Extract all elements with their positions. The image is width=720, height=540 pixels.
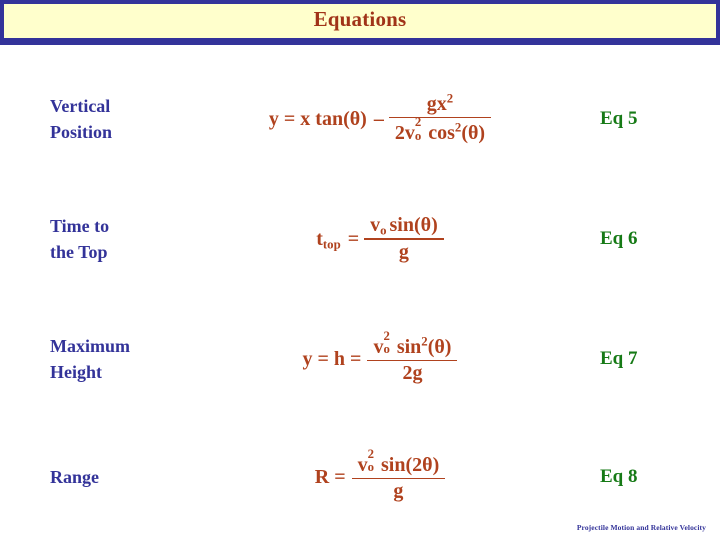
equation-formula-range: R = v 2 o sin(2θ) g bbox=[200, 447, 592, 504]
equation-tag-eq6: Eq 6 bbox=[600, 228, 638, 249]
math-denominator: g bbox=[393, 480, 404, 503]
math-expression: y = h = v 2 o sin2(θ) 2g bbox=[302, 329, 460, 386]
equations-list: Vertical Position y = x tan(θ) – gx2 2v 2… bbox=[0, 45, 720, 502]
math-operator: – bbox=[373, 107, 384, 130]
math-denominator: 2g bbox=[402, 362, 423, 385]
numerator-lead: v bbox=[370, 214, 381, 237]
v-subscript: o bbox=[367, 459, 375, 474]
math-numerator: vo sin(θ) bbox=[364, 214, 444, 238]
equation-row-vertical-position: Vertical Position y = x tan(θ) – gx2 2v 2… bbox=[0, 63, 720, 175]
v-subscript: o bbox=[383, 341, 390, 356]
numerator-base: gx bbox=[426, 92, 447, 115]
v-sub-sup: 2o bbox=[415, 115, 425, 142]
equation-formula-maximum-height: y = h = v 2 o sin2(θ) 2g bbox=[200, 329, 592, 386]
math-expression: y = x tan(θ) – gx2 2v 2 o cos2(θ) bbox=[268, 91, 493, 146]
slide-footer: Projectile Motion and Relative Velocity bbox=[576, 523, 706, 532]
slide-title-banner: Equations bbox=[0, 0, 720, 45]
equation-label-line1: Time to bbox=[50, 215, 110, 236]
v-sub-sup: 2o bbox=[368, 447, 378, 474]
equation-label-line2: the Top bbox=[50, 242, 108, 262]
equation-row-range: Range R = v 2 o sin(2θ) g Eq 8 bbox=[0, 421, 720, 533]
numerator-function: sin bbox=[396, 335, 422, 358]
math-denominator: g bbox=[398, 240, 409, 263]
numerator-lead: v bbox=[357, 453, 368, 476]
equation-label-line2: Position bbox=[50, 122, 113, 142]
numerator-function: sin bbox=[381, 453, 406, 476]
math-expression: ttop = vo sin(θ) g bbox=[316, 214, 446, 264]
math-numerator: v 2 o sin(2θ) bbox=[352, 447, 446, 478]
lhs-subscript: top bbox=[322, 236, 341, 251]
v-sub-sup: 2o bbox=[383, 329, 393, 356]
equation-formula-vertical-position: y = x tan(θ) – gx2 2v 2 o cos2(θ) bbox=[200, 91, 592, 146]
numerator-function: sin bbox=[389, 214, 414, 237]
equation-tag-eq7: Eq 7 bbox=[600, 348, 638, 369]
equation-row-time-to-top: Time to the Top ttop = vo sin(θ) g Eq 6 bbox=[0, 183, 720, 295]
math-numerator: gx2 bbox=[421, 91, 459, 117]
math-fraction: v 2 o sin2(θ) 2g bbox=[367, 329, 458, 386]
math-fraction: vo sin(θ) g bbox=[364, 214, 444, 264]
math-equals: = bbox=[347, 227, 360, 250]
math-numerator: v 2 o sin2(θ) bbox=[367, 329, 457, 360]
equation-label-maximum-height: Maximum Height bbox=[0, 333, 200, 385]
math-lhs: R = bbox=[314, 465, 346, 488]
math-lhs: y = h = bbox=[302, 347, 362, 370]
equation-tag-eq8: Eq 8 bbox=[600, 466, 638, 487]
equation-label-range: Range bbox=[0, 464, 200, 490]
equation-label-vertical-position: Vertical Position bbox=[0, 93, 200, 145]
math-expression: R = v 2 o sin(2θ) g bbox=[314, 447, 447, 504]
numerator-lead: v bbox=[373, 335, 384, 358]
math-fraction: v 2 o sin(2θ) g bbox=[351, 447, 446, 504]
numerator-argument: (θ) bbox=[413, 214, 438, 237]
equation-formula-time-to-top: ttop = vo sin(θ) g bbox=[200, 214, 592, 264]
denominator-lead: 2v bbox=[394, 122, 415, 145]
equation-row-maximum-height: Maximum Height y = h = v 2 o sin2(θ) 2g Eq … bbox=[0, 303, 720, 415]
math-lhs: ttop bbox=[316, 228, 344, 251]
numerator-argument: (θ) bbox=[427, 335, 452, 358]
math-lhs: y = x tan(θ) bbox=[268, 107, 367, 130]
numerator-argument: (2θ) bbox=[405, 453, 440, 476]
equation-tag-eq5: Eq 5 bbox=[600, 108, 638, 129]
v-subscript: o bbox=[380, 223, 387, 238]
denominator-function: cos bbox=[428, 122, 455, 145]
equation-label-time-to-top: Time to the Top bbox=[0, 213, 200, 265]
lhs-base: t bbox=[316, 227, 323, 250]
math-denominator: 2v 2 o cos2(θ) bbox=[389, 115, 491, 145]
equation-label-line1: Maximum bbox=[50, 335, 130, 356]
v-subscript: o bbox=[414, 128, 422, 143]
equation-label-line1: Range bbox=[50, 466, 99, 487]
page-title: Equations bbox=[313, 7, 407, 31]
numerator-exponent: 2 bbox=[446, 91, 454, 106]
denominator-argument: (θ) bbox=[461, 122, 486, 145]
math-fraction: gx2 2v 2 o cos2(θ) bbox=[388, 91, 492, 146]
equation-label-line1: Vertical bbox=[50, 95, 111, 116]
equation-label-line2: Height bbox=[50, 362, 102, 382]
